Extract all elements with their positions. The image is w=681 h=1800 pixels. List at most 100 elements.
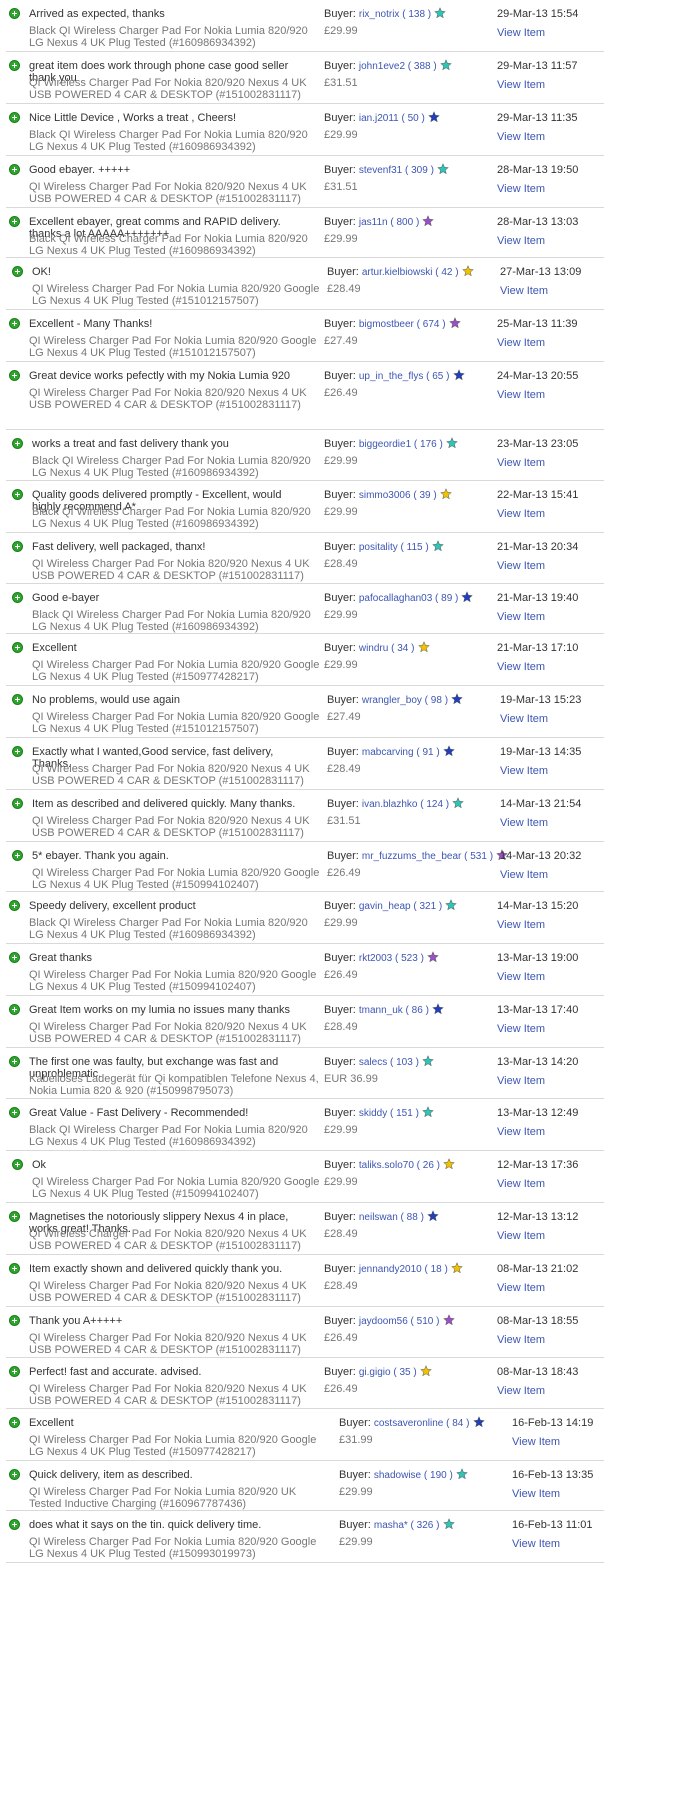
buyer-link[interactable]: windru [359,643,388,654]
buyer-score[interactable]: ( 800 ) [388,217,419,228]
buyer-link[interactable]: wrangler_boy [362,695,422,706]
view-item-link[interactable]: View Item [497,389,545,401]
view-item-link[interactable]: View Item [497,79,545,91]
buyer-label: Buyer: [324,900,356,912]
buyer-link[interactable]: jas11n [359,217,388,228]
buyer-score[interactable]: ( 35 ) [391,1367,416,1378]
buyer-score[interactable]: ( 98 ) [422,695,448,706]
buyer-score[interactable]: ( 388 ) [405,61,437,72]
buyer-score[interactable]: ( 326 ) [408,1520,440,1531]
buyer-score[interactable]: ( 89 ) [432,593,458,604]
buyer-score[interactable]: ( 88 ) [398,1212,424,1223]
buyer-link[interactable]: taliks.solo70 [359,1160,414,1171]
buyer-link[interactable]: gavin_heap [359,901,411,912]
buyer-link[interactable]: simmo3006 [359,490,411,501]
buyer-link[interactable]: jaydoom56 [359,1316,408,1327]
view-item-link[interactable]: View Item [497,661,545,673]
buyer-link[interactable]: skiddy [359,1108,387,1119]
buyer-link[interactable]: mabcarving [362,747,414,758]
view-item-link[interactable]: View Item [497,1385,545,1397]
view-item-link[interactable]: View Item [497,235,545,247]
view-item-link[interactable]: View Item [497,131,545,143]
buyer-score[interactable]: ( 510 ) [408,1316,440,1327]
view-item-link[interactable]: View Item [497,1334,545,1346]
view-item-link[interactable]: View Item [500,817,548,829]
buyer-score[interactable]: ( 523 ) [392,953,424,964]
buyer-score[interactable]: ( 138 ) [399,9,431,20]
buyer-score[interactable]: ( 674 ) [414,319,446,330]
buyer-score[interactable]: ( 309 ) [402,165,434,176]
buyer-score[interactable]: ( 151 ) [387,1108,419,1119]
buyer-link[interactable]: stevenf31 [359,165,402,176]
buyer-score[interactable]: ( 115 ) [398,542,429,553]
buyer-link[interactable]: salecs [359,1057,387,1068]
item-title: QI Wireless Charger Pad For Nokia Lumia … [29,1486,297,1510]
buyer-link[interactable]: up_in_the_flys [359,371,424,382]
buyer-score[interactable]: ( 124 ) [417,799,449,810]
view-item-link[interactable]: View Item [497,508,545,520]
view-item-link[interactable]: View Item [497,457,545,469]
view-item-link[interactable]: View Item [497,919,545,931]
buyer-score[interactable]: ( 34 ) [388,643,414,654]
view-item-link[interactable]: View Item [512,1436,560,1448]
buyer-link[interactable]: ian.j2011 [359,113,399,124]
view-item-link[interactable]: View Item [500,765,548,777]
buyer-score[interactable]: ( 84 ) [443,1418,469,1429]
buyer-link[interactable]: shadowise [374,1470,421,1481]
view-item-link[interactable]: View Item [500,869,548,881]
buyer-info: Buyer: simmo3006 ( 39 ) [324,488,452,501]
view-item-link[interactable]: View Item [497,1126,545,1138]
buyer-score[interactable]: ( 103 ) [387,1057,419,1068]
buyer-link[interactable]: gi.gigio [359,1367,391,1378]
buyer-link[interactable]: rkt2003 [359,953,392,964]
buyer-link[interactable]: artur.kielbiowski [362,267,433,278]
view-item-link[interactable]: View Item [497,1178,545,1190]
view-item-link[interactable]: View Item [497,560,545,572]
view-item-link[interactable]: View Item [497,1023,545,1035]
buyer-score[interactable]: ( 176 ) [411,439,443,450]
buyer-link[interactable]: pafocallaghan03 [359,593,432,604]
view-item-link[interactable]: View Item [497,27,545,39]
view-item-link[interactable]: View Item [512,1488,560,1500]
buyer-link[interactable]: john1eve2 [359,61,405,72]
buyer-score[interactable]: ( 321 ) [411,901,442,912]
view-item-link[interactable]: View Item [497,337,545,349]
buyer-score[interactable]: ( 91 ) [414,747,439,758]
buyer-link[interactable]: bigmostbeer [359,319,414,330]
positive-feedback-icon [9,216,20,227]
view-item-link[interactable]: View Item [500,713,548,725]
buyer-link[interactable]: ivan.blazhko [362,799,418,810]
buyer-score[interactable]: ( 18 ) [422,1264,447,1275]
view-item-link[interactable]: View Item [497,971,545,983]
buyer-score[interactable]: ( 50 ) [399,113,424,124]
view-item-link[interactable]: View Item [500,285,548,297]
item-title: QI Wireless Charger Pad For Nokia 820/92… [32,763,310,787]
buyer-link[interactable]: costsaveronline [374,1418,443,1429]
feedback-row: Quality goods delivered promptly - Excel… [0,481,681,533]
view-item-link[interactable]: View Item [497,1282,545,1294]
buyer-score[interactable]: ( 531 ) [461,851,493,862]
buyer-score[interactable]: ( 39 ) [411,490,436,501]
view-item-link[interactable]: View Item [497,1230,545,1242]
feedback-comment: Great Item works on my lumia no issues m… [29,1004,291,1016]
buyer-score[interactable]: ( 86 ) [403,1005,429,1016]
buyer-score[interactable]: ( 65 ) [423,371,449,382]
buyer-link[interactable]: rix_notrix [359,9,400,20]
view-item-link[interactable]: View Item [497,1075,545,1087]
buyer-score[interactable]: ( 190 ) [421,1470,453,1481]
buyer-link[interactable]: neilswan [359,1212,398,1223]
buyer-link[interactable]: jennandy2010 [359,1264,422,1275]
view-item-link[interactable]: View Item [497,183,545,195]
buyer-link[interactable]: mr_fuzzums_the_bear [362,851,462,862]
buyer-link[interactable]: masha* [374,1520,408,1531]
view-item-link[interactable]: View Item [512,1538,560,1550]
buyer-link[interactable]: biggeordie1 [359,439,411,450]
buyer-link[interactable]: positality [359,542,398,553]
buyer-score[interactable]: ( 26 ) [414,1160,440,1171]
buyer-link[interactable]: tmann_uk [359,1005,403,1016]
item-price: £28.49 [324,1280,358,1292]
feedback-date: 22-Mar-13 15:41 [497,489,579,501]
buyer-score[interactable]: ( 42 ) [432,267,458,278]
feedback-row: works a treat and fast delivery thank yo… [0,430,681,481]
view-item-link[interactable]: View Item [497,611,545,623]
